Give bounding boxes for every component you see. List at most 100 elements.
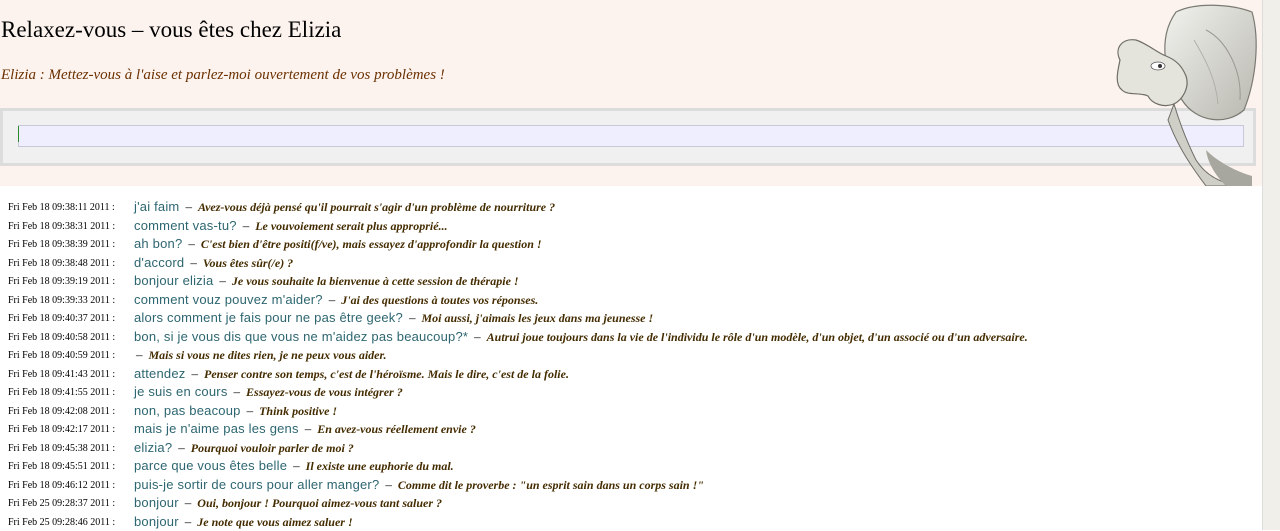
user-question: comment vas-tu? — [134, 218, 237, 233]
log-entry: Fri Feb 18 09:42:08 2011 : non, pas beaco… — [0, 402, 1262, 421]
entry-timestamp: Fri Feb 18 09:46:12 2011 : — [8, 480, 115, 491]
entry-message: d'accord – Vous êtes sûr(/e) ? — [134, 254, 293, 272]
entry-timestamp: Fri Feb 18 09:41:55 2011 : — [8, 387, 115, 398]
separator-dash: – — [291, 458, 302, 473]
elizia-answer: J'ai des questions à toutes vos réponses… — [341, 293, 538, 307]
separator-dash: – — [383, 477, 394, 492]
user-question: ah bon? — [134, 236, 182, 251]
log-entry: Fri Feb 18 09:41:55 2011 : je suis en cou… — [0, 383, 1262, 402]
log-entry: Fri Feb 18 09:38:11 2011 : j'ai faim – Av… — [0, 198, 1262, 217]
separator-dash: – — [189, 366, 200, 381]
entry-timestamp: Fri Feb 18 09:39:19 2011 : — [8, 276, 115, 287]
user-question: puis-je sortir de cours pour aller mange… — [134, 477, 379, 492]
entry-message: attendez – Penser contre son temps, c'es… — [134, 365, 569, 383]
entry-message: bon, si je vous dis que vous ne m'aidez … — [134, 328, 1028, 346]
entry-message: puis-je sortir de cours pour aller mange… — [134, 476, 704, 494]
conversation-log: Fri Feb 18 09:38:11 2011 : j'ai faim – Av… — [0, 198, 1262, 531]
separator-dash: – — [183, 514, 194, 529]
entry-timestamp: Fri Feb 18 09:42:08 2011 : — [8, 406, 115, 417]
entry-message: elizia? – Pourquoi vouloir parler de moi… — [134, 439, 354, 457]
entry-message: comment vas-tu? – Le vouvoiement serait … — [134, 217, 448, 235]
log-entry: Fri Feb 18 09:45:51 2011 : parce que vous… — [0, 457, 1262, 476]
log-entry: Fri Feb 18 09:40:37 2011 : alors comment … — [0, 309, 1262, 328]
entry-timestamp: Fri Feb 18 09:45:38 2011 : — [8, 443, 115, 454]
entry-timestamp: Fri Feb 18 09:39:33 2011 : — [8, 295, 115, 306]
entry-message: comment vouz pouvez m'aider? – J'ai des … — [134, 291, 538, 309]
elizia-answer: Oui, bonjour ! Pourquoi aimez-vous tant … — [197, 496, 442, 510]
separator-dash: – — [188, 255, 199, 270]
elizia-answer: Il existe une euphorie du mal. — [306, 459, 454, 473]
entry-message: j'ai faim – Avez-vous déjà pensé qu'il p… — [134, 198, 555, 216]
entry-message: mais je n'aime pas les gens – En avez-vo… — [134, 420, 476, 438]
elizia-answer: Essayez-vous de vous intégrer ? — [246, 385, 403, 399]
user-question: je suis en cours — [134, 384, 228, 399]
user-question: mais je n'aime pas les gens — [134, 421, 299, 436]
user-question: bonjour — [134, 495, 179, 510]
text-cursor — [18, 126, 19, 142]
elizia-answer: C'est bien d'être positi(f/ve), mais ess… — [201, 237, 542, 251]
elizia-answer: En avez-vous réellement envie ? — [317, 422, 476, 436]
elizia-answer: Le vouvoiement serait plus approprié... — [255, 219, 447, 233]
log-entry: Fri Feb 18 09:41:43 2011 : attendez – Pen… — [0, 365, 1262, 384]
entry-timestamp: Fri Feb 18 09:38:11 2011 : — [8, 202, 115, 213]
elizia-answer: Moi aussi, j'aimais les jeux dans ma jeu… — [421, 311, 653, 325]
entry-timestamp: Fri Feb 18 09:38:48 2011 : — [8, 258, 115, 269]
separator-dash: – — [176, 440, 187, 455]
page-title: Relaxez-vous – vous êtes chez Elizia — [1, 17, 341, 43]
window-scrollbar[interactable] — [1262, 0, 1280, 530]
elizia-answer: Je note que vous aimez saluer ! — [197, 515, 352, 529]
log-entry: Fri Feb 25 09:28:46 2011 : bonjour – Je n… — [0, 513, 1262, 531]
user-question: bon, si je vous dis que vous ne m'aidez … — [134, 329, 468, 344]
entry-message: – Mais si vous ne dites rien, je ne peux… — [134, 346, 387, 364]
user-question: attendez — [134, 366, 185, 381]
entry-timestamp: Fri Feb 18 09:40:58 2011 : — [8, 332, 115, 343]
user-question: parce que vous êtes belle — [134, 458, 287, 473]
entry-timestamp: Fri Feb 18 09:40:37 2011 : — [8, 313, 115, 324]
entry-message: bonjour – Oui, bonjour ! Pourquoi aimez-… — [134, 494, 442, 512]
elizia-answer: Je vous souhaite la bienvenue à cette se… — [232, 274, 519, 288]
user-question: bonjour — [134, 514, 179, 529]
elizia-greeting: Elizia : Mettez-vous à l'aise et parlez-… — [1, 67, 445, 84]
separator-dash: – — [183, 199, 194, 214]
entry-timestamp: Fri Feb 18 09:45:51 2011 : — [8, 461, 115, 472]
page-header: Relaxez-vous – vous êtes chez Elizia Eli… — [0, 0, 1262, 186]
entry-message: je suis en cours – Essayez-vous de vous … — [134, 383, 403, 401]
log-entry: Fri Feb 18 09:38:31 2011 :comment vas-tu… — [0, 217, 1262, 236]
log-entry: Fri Feb 18 09:40:59 2011 : – Mais si vou… — [0, 346, 1262, 365]
elizia-answer: Vous êtes sûr(/e) ? — [203, 256, 293, 270]
elizia-answer: Penser contre son temps, c'est de l'héro… — [204, 367, 569, 381]
user-question: non, pas beacoup — [134, 403, 241, 418]
separator-dash: – — [472, 329, 483, 344]
log-entry: Fri Feb 18 09:42:17 2011 : mais je n'aime… — [0, 420, 1262, 439]
entry-message: non, pas beacoup – Think positive ! — [134, 402, 337, 420]
entry-timestamp: Fri Feb 18 09:41:43 2011 : — [8, 369, 115, 380]
log-entry: Fri Feb 18 09:39:33 2011 : comment vouz p… — [0, 291, 1262, 310]
log-entry: Fri Feb 25 09:28:37 2011 : bonjour – Oui,… — [0, 494, 1262, 513]
separator-dash: – — [134, 347, 145, 362]
user-question: elizia? — [134, 440, 172, 455]
elizia-answer: Avez-vous déjà pensé qu'il pourrait s'ag… — [198, 200, 555, 214]
separator-dash: – — [303, 421, 314, 436]
separator-dash: – — [241, 218, 252, 233]
entry-timestamp: Fri Feb 18 09:42:17 2011 : — [8, 424, 115, 435]
user-question: j'ai faim — [134, 199, 179, 214]
entry-timestamp: Fri Feb 25 09:28:37 2011 : — [8, 498, 115, 509]
separator-dash: – — [183, 495, 194, 510]
entry-message: ah bon? – C'est bien d'être positi(f/ve)… — [134, 235, 542, 253]
entry-timestamp: Fri Feb 18 09:40:59 2011 : — [8, 350, 115, 361]
elizia-answer: Mais si vous ne dites rien, je ne peux v… — [149, 348, 387, 362]
log-entry: Fri Feb 18 09:38:39 2011 :ah bon? – C'es… — [0, 235, 1262, 254]
separator-dash: – — [217, 273, 228, 288]
separator-dash: – — [327, 292, 338, 307]
elizia-answer: Think positive ! — [259, 404, 337, 418]
entry-message: bonjour elizia – Je vous souhaite la bie… — [134, 272, 519, 290]
entry-timestamp: Fri Feb 25 09:28:46 2011 : — [8, 517, 115, 528]
elizia-answer: Autrui joue toujours dans la vie de l'in… — [487, 330, 1028, 344]
separator-dash: – — [232, 384, 243, 399]
user-question: comment vouz pouvez m'aider? — [134, 292, 323, 307]
user-question: bonjour elizia — [134, 273, 213, 288]
separator-dash: – — [245, 403, 256, 418]
elizia-answer: Pourquoi vouloir parler de moi ? — [191, 441, 354, 455]
user-question: alors comment je fais pour ne pas être g… — [134, 310, 403, 325]
user-question: d'accord — [134, 255, 184, 270]
